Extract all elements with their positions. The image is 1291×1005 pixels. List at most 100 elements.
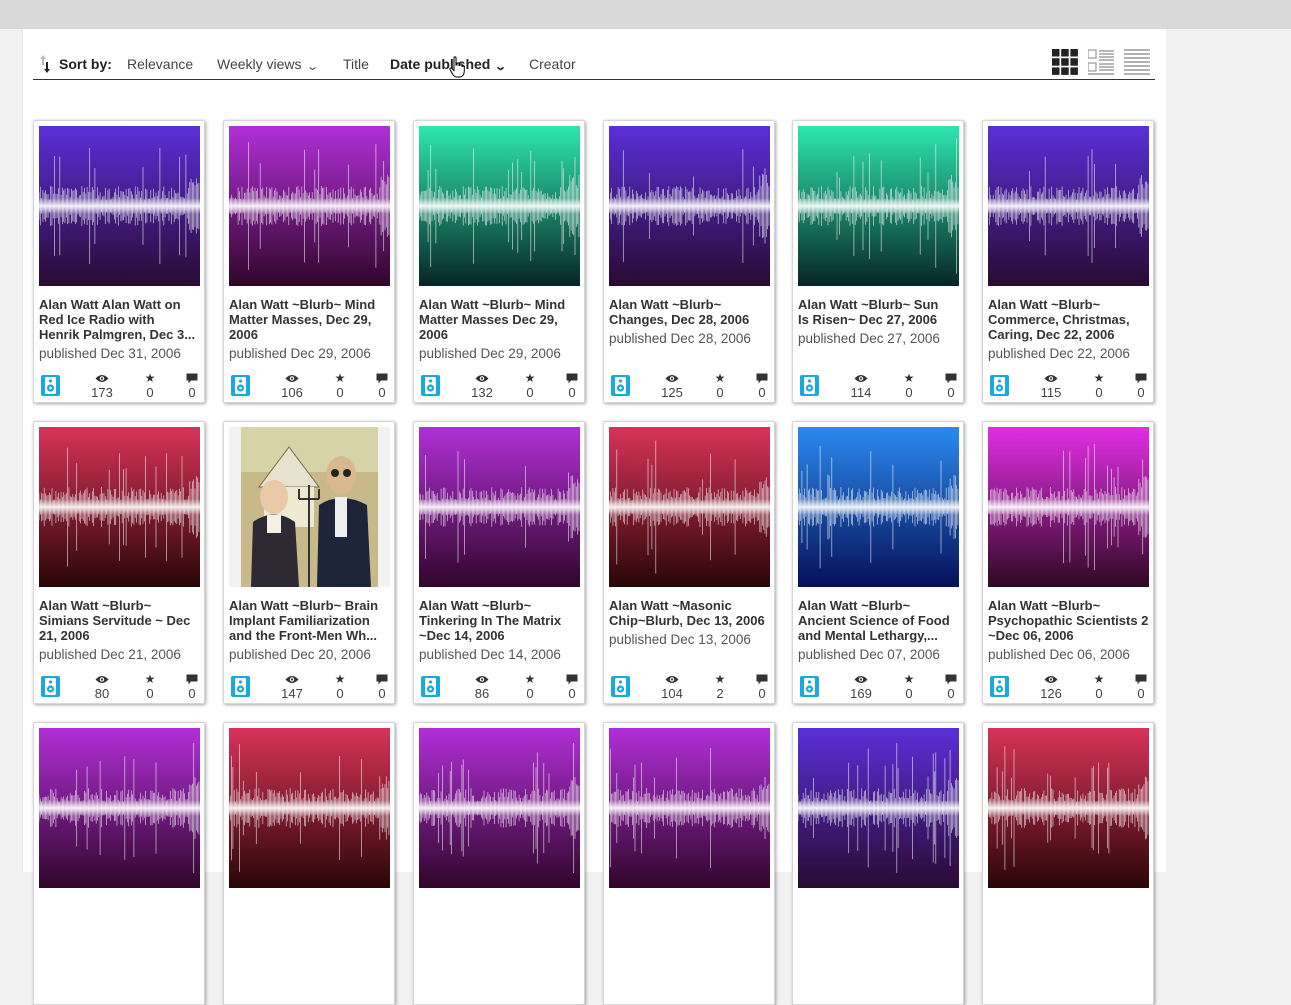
item-title[interactable]: Alan Watt ~Blurb~ Psychopathic Scientist… (988, 598, 1150, 643)
sort-title[interactable]: Title (343, 56, 369, 72)
item-thumbnail[interactable] (609, 728, 770, 888)
item-thumbnail[interactable] (39, 427, 200, 587)
result-tile[interactable]: Alan Watt ~Blurb~ Tinkering In The Matri… (413, 421, 585, 704)
chevron-down-icon: ⌄ (494, 61, 508, 73)
favorites-count: 0 (146, 686, 154, 701)
result-tile[interactable]: Alan Watt ~Blurb~ Ancient Science of Foo… (792, 421, 964, 704)
star-icon: ★ (1093, 672, 1105, 686)
item-thumbnail[interactable] (798, 728, 959, 888)
result-tile[interactable] (223, 722, 395, 1005)
item-title[interactable]: Alan Watt ~Blurb~ Commerce, Christmas, C… (988, 297, 1150, 342)
audio-speaker-icon[interactable] (800, 676, 819, 697)
item-thumbnail[interactable] (988, 427, 1149, 587)
result-tile[interactable] (792, 722, 964, 1005)
item-title[interactable]: Alan Watt ~Blurb~ Mind Matter Masses, De… (229, 297, 391, 342)
favorites-count: 0 (146, 385, 154, 400)
audio-speaker-icon[interactable] (421, 375, 440, 396)
item-thumbnail[interactable] (988, 126, 1149, 286)
reviews-stat: 0 (1126, 672, 1153, 701)
result-tile[interactable] (982, 722, 1154, 1005)
item-title[interactable]: Alan Watt ~Blurb~ Tinkering In The Matri… (419, 598, 581, 643)
reviews-count: 0 (758, 686, 766, 701)
sort-option-label: Date published (390, 56, 491, 72)
item-stats: 132 ★ 0 0 (414, 371, 584, 401)
list-detail-view-button[interactable] (1087, 49, 1114, 75)
result-tile[interactable]: Alan Watt ~Blurb~ Brain Implant Familiar… (223, 421, 395, 704)
audio-speaker-icon[interactable] (41, 676, 60, 697)
item-title[interactable]: Alan Watt ~Blurb~ Sun Is Risen~ Dec 27, … (798, 297, 960, 327)
item-thumbnail[interactable] (988, 728, 1149, 888)
views-count: 125 (661, 385, 683, 400)
comment-icon (557, 672, 584, 687)
sort-weekly-views[interactable]: Weekly views ⌄ (217, 56, 319, 73)
star-icon: ★ (334, 672, 346, 686)
audio-speaker-icon[interactable] (990, 375, 1009, 396)
result-tile[interactable] (413, 722, 585, 1005)
audio-speaker-icon[interactable] (611, 676, 630, 697)
item-published-date: published Dec 06, 2006 (988, 647, 1130, 662)
result-tile[interactable]: Alan Watt ~Masonic Chip~Blurb, Dec 13, 2… (603, 421, 775, 704)
views-stat: 104 (657, 672, 687, 701)
result-tile[interactable]: Alan Watt ~Blurb~ Commerce, Christmas, C… (982, 120, 1154, 403)
reviews-stat: 0 (747, 672, 774, 701)
item-thumbnail[interactable] (419, 126, 580, 286)
item-thumbnail[interactable] (229, 427, 390, 587)
favorites-count: 0 (1095, 385, 1103, 400)
eye-icon (87, 672, 117, 687)
views-stat: 132 (467, 371, 497, 400)
star-icon: ★ (714, 672, 726, 686)
item-stats: 173 ★ 0 0 (34, 371, 204, 401)
comment-icon (1126, 672, 1153, 687)
browser-top-bar (0, 0, 1291, 29)
result-tile[interactable]: Alan Watt ~Blurb~ Mind Matter Masses Dec… (413, 120, 585, 403)
result-tile[interactable]: Alan Watt ~Blurb~ Sun Is Risen~ Dec 27, … (792, 120, 964, 403)
item-thumbnail[interactable] (229, 728, 390, 888)
audio-speaker-icon[interactable] (231, 676, 250, 697)
audio-speaker-icon[interactable] (800, 375, 819, 396)
favorites-stat: ★ 0 (135, 371, 165, 400)
sort-option-label: Title (343, 56, 369, 72)
views-stat: 173 (87, 371, 117, 400)
audio-speaker-icon[interactable] (611, 375, 630, 396)
item-thumbnail[interactable] (798, 427, 959, 587)
list-compact-view-button[interactable] (1124, 49, 1150, 75)
result-tile[interactable]: Alan Watt ~Blurb~ Psychopathic Scientist… (982, 421, 1154, 704)
sort-creator[interactable]: Creator (529, 56, 576, 72)
result-tile[interactable]: Alan Watt ~Blurb~ Simians Servitude ~ De… (33, 421, 205, 704)
item-title[interactable]: Alan Watt ~Blurb~ Ancient Science of Foo… (798, 598, 960, 643)
audio-speaker-icon[interactable] (421, 676, 440, 697)
item-thumbnail[interactable] (39, 126, 200, 286)
item-title[interactable]: Alan Watt ~Blurb~ Mind Matter Masses Dec… (419, 297, 581, 342)
views-stat: 126 (1036, 672, 1066, 701)
audio-speaker-icon[interactable] (41, 375, 60, 396)
item-title[interactable]: Alan Watt ~Masonic Chip~Blurb, Dec 13, 2… (609, 598, 771, 628)
item-published-date: published Dec 27, 2006 (798, 331, 940, 346)
result-tile[interactable] (33, 722, 205, 1005)
item-thumbnail[interactable] (609, 126, 770, 286)
sort-direction-icon[interactable] (39, 53, 51, 75)
audio-speaker-icon[interactable] (990, 676, 1009, 697)
favorites-count: 0 (336, 686, 344, 701)
item-thumbnail[interactable] (419, 728, 580, 888)
item-thumbnail[interactable] (419, 427, 580, 587)
result-tile[interactable]: Alan Watt ~Blurb~ Changes, Dec 28, 2006 p… (603, 120, 775, 403)
eye-icon (846, 371, 876, 386)
item-stats: 125 ★ 0 0 (604, 371, 774, 401)
item-thumbnail[interactable] (229, 126, 390, 286)
tile-view-button[interactable] (1052, 49, 1078, 75)
item-thumbnail[interactable] (609, 427, 770, 587)
item-title[interactable]: Alan Watt ~Blurb~ Brain Implant Familiar… (229, 598, 391, 643)
sort-relevance[interactable]: Relevance (127, 56, 193, 72)
item-stats: 115 ★ 0 0 (983, 371, 1153, 401)
item-thumbnail[interactable] (798, 126, 959, 286)
item-thumbnail[interactable] (39, 728, 200, 888)
item-title[interactable]: Alan Watt ~Blurb~ Simians Servitude ~ De… (39, 598, 201, 643)
item-published-date: published Dec 07, 2006 (798, 647, 940, 662)
sort-date-published[interactable]: Date published ⌄ (390, 56, 508, 73)
item-title[interactable]: Alan Watt ~Blurb~ Changes, Dec 28, 2006 (609, 297, 771, 327)
audio-speaker-icon[interactable] (231, 375, 250, 396)
result-tile[interactable]: Alan Watt ~Blurb~ Mind Matter Masses, De… (223, 120, 395, 403)
item-title[interactable]: Alan Watt Alan Watt on Red Ice Radio wit… (39, 297, 201, 342)
result-tile[interactable]: Alan Watt Alan Watt on Red Ice Radio wit… (33, 120, 205, 403)
result-tile[interactable] (603, 722, 775, 1005)
